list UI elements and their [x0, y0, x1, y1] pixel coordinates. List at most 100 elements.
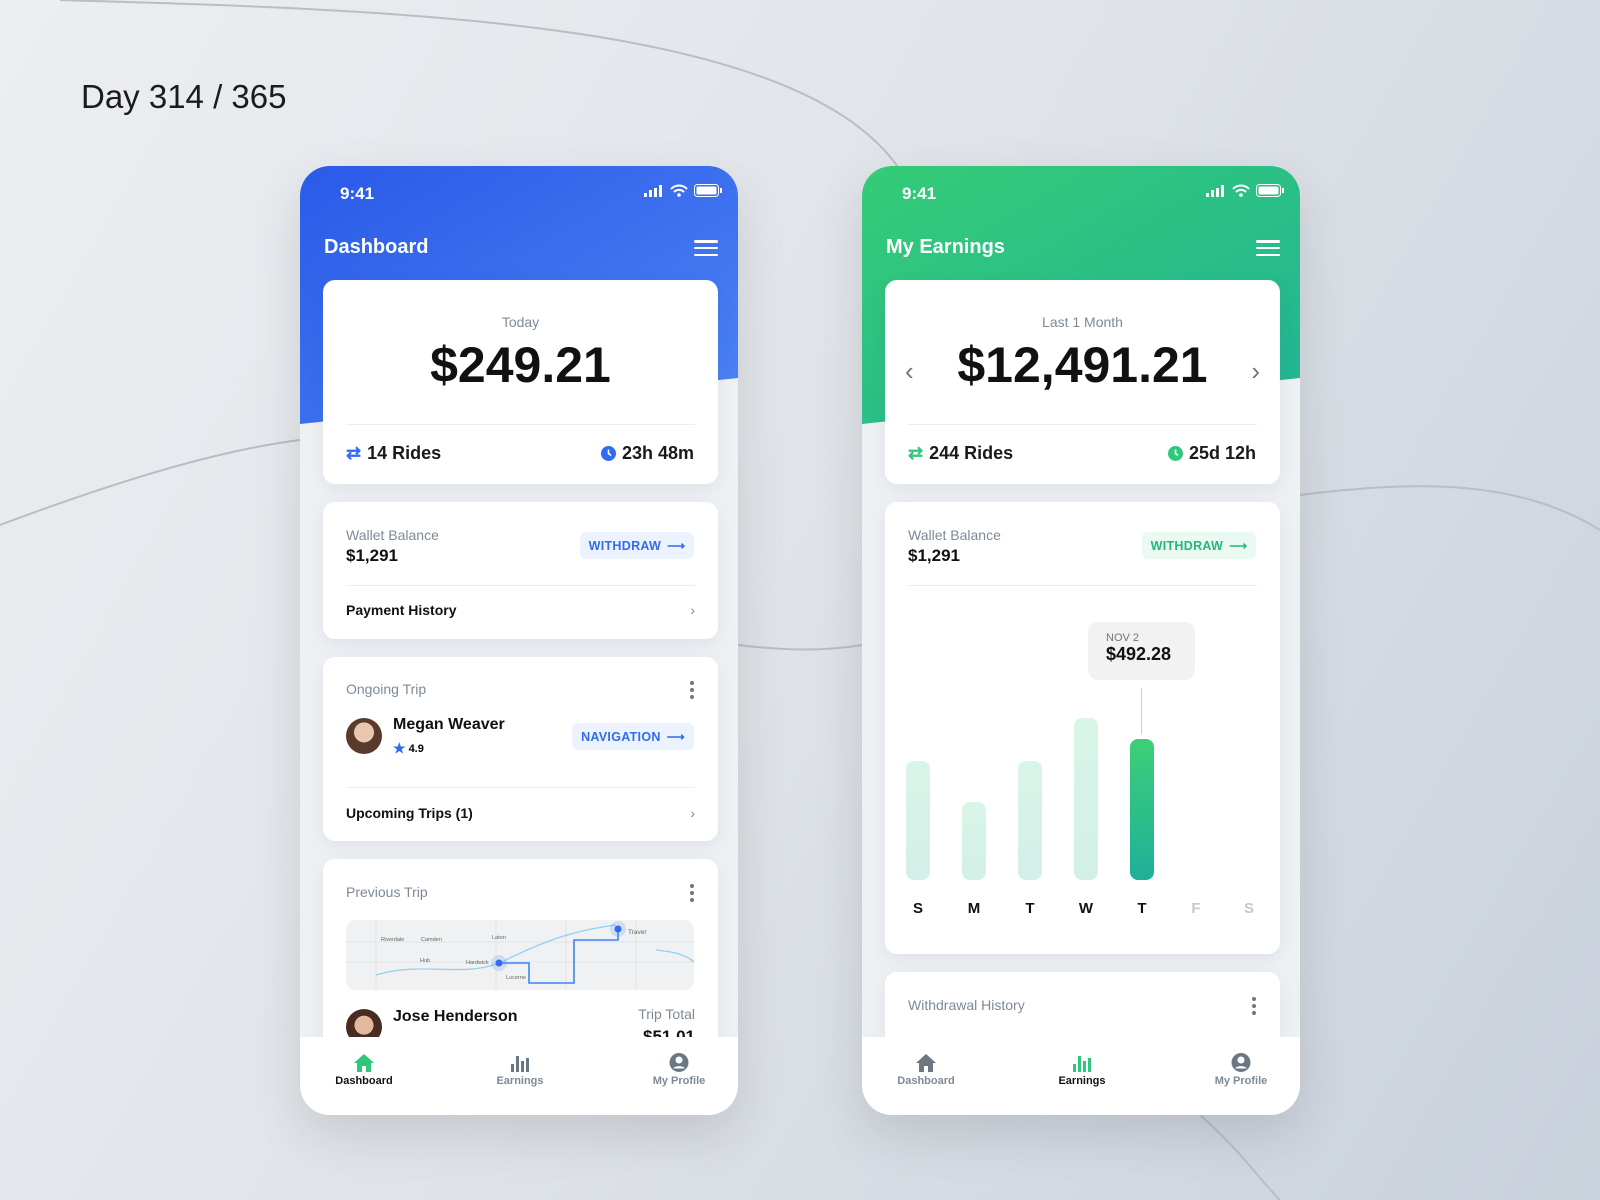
chart-bar[interactable] — [1130, 739, 1154, 880]
more-options-icon[interactable] — [690, 681, 694, 699]
rides-stat: ⇄ 14 Rides — [346, 443, 441, 464]
arrow-right-icon: ⟶ — [666, 730, 685, 744]
more-options-icon[interactable] — [690, 884, 694, 902]
dashboard-screen: 9:41 Dashboard Today $249.21 ⇄ 14 Rides 2… — [300, 166, 738, 1115]
duration-value: 25d 12h — [1188, 443, 1256, 463]
arrow-right-icon: ⟶ — [1229, 539, 1248, 553]
arrow-right-icon: ⟶ — [667, 539, 686, 553]
divider — [908, 424, 1257, 425]
rides-count: 14 Rides — [367, 443, 442, 463]
x-tick-label: S — [1243, 900, 1254, 917]
page-title: Dashboard — [324, 236, 429, 258]
withdraw-label: WITHDRAW — [1150, 538, 1224, 553]
chart-tooltip: NOV 2 $492.28 — [1088, 622, 1195, 680]
menu-icon[interactable] — [694, 240, 718, 256]
day-counter: Day 314 / 365 — [81, 78, 287, 115]
chart-bar[interactable] — [1018, 761, 1042, 880]
nav-label: Earnings — [496, 1075, 544, 1087]
nav-label: My Profile — [1214, 1075, 1268, 1087]
signal-icon — [1206, 184, 1224, 197]
trip-total-label: Trip Total — [638, 1006, 695, 1022]
nav-dashboard[interactable]: Dashboard — [876, 1053, 976, 1087]
x-tick-label: T — [1025, 900, 1035, 917]
payment-history-row[interactable]: Payment History › — [346, 602, 695, 618]
upcoming-trips-label: Upcoming Trips (1) — [346, 805, 473, 821]
rider-avatar — [346, 718, 382, 754]
swap-arrows-icon: ⇄ — [908, 443, 924, 463]
clock-icon — [1167, 446, 1183, 461]
rides-count: 244 Rides — [929, 443, 1014, 463]
earnings-screen: 9:41 My Earnings Last 1 Month ‹ $12,491.… — [862, 166, 1300, 1115]
period-label: Last 1 Month — [1042, 314, 1123, 330]
period-amount: $12,491.21 — [957, 337, 1208, 393]
ongoing-trip-card: Ongoing Trip Megan Weaver ★ 4.9 NAVIGATIO… — [323, 657, 718, 841]
divider — [908, 585, 1257, 586]
navigation-button[interactable]: NAVIGATION ⟶ — [572, 723, 694, 750]
nav-earnings[interactable]: Earnings — [1032, 1053, 1132, 1087]
x-tick-label: T — [1137, 900, 1147, 917]
status-icons — [644, 184, 722, 197]
nav-label: My Profile — [652, 1075, 706, 1087]
duration-value: 23h 48m — [621, 443, 694, 463]
map-label: Hub — [420, 958, 430, 964]
bottom-nav: Dashboard Earnings My Profile — [300, 1037, 738, 1115]
period-earnings-card: Last 1 Month ‹ $12,491.21 › ⇄ 244 Rides 2… — [885, 280, 1280, 484]
wallet-chart-card: Wallet Balance $1,291 WITHDRAW ⟶ NOV 2 $4… — [885, 502, 1280, 954]
status-time: 9:41 — [902, 184, 937, 203]
star-icon: ★ — [393, 740, 406, 756]
signal-icon — [644, 184, 662, 197]
map-label: Lucerne — [506, 975, 526, 981]
navigation-label: NAVIGATION — [581, 729, 661, 744]
nav-dashboard[interactable]: Dashboard — [314, 1053, 414, 1087]
payment-history-label: Payment History — [346, 602, 457, 618]
clock-icon — [600, 446, 616, 461]
end-pin-icon — [614, 925, 622, 933]
withdraw-label: WITHDRAW — [588, 538, 662, 553]
wallet-amount: $1,291 — [908, 546, 960, 565]
status-icons — [1206, 184, 1284, 197]
divider — [346, 787, 695, 788]
wallet-amount: $1,291 — [346, 546, 398, 565]
map-label: Riverdale — [381, 937, 404, 943]
chart-bar[interactable] — [1074, 717, 1098, 880]
swap-arrows-icon: ⇄ — [346, 443, 362, 463]
chart-bar[interactable] — [962, 802, 986, 880]
menu-icon[interactable] — [1256, 240, 1280, 256]
upcoming-trips-row[interactable]: Upcoming Trips (1) › — [346, 805, 695, 821]
nav-label: Dashboard — [335, 1075, 393, 1087]
bar-chart-icon — [1073, 1056, 1091, 1072]
page-title: My Earnings — [886, 236, 1005, 258]
profile-icon — [1231, 1053, 1251, 1072]
x-tick-label: F — [1191, 900, 1201, 917]
rides-stat: ⇄ 244 Rides — [908, 443, 1013, 464]
rating-value: 4.9 — [408, 742, 424, 755]
withdraw-button[interactable]: WITHDRAW ⟶ — [580, 532, 694, 559]
home-icon — [354, 1054, 374, 1072]
nav-profile[interactable]: My Profile — [1191, 1053, 1291, 1087]
nav-label: Earnings — [1058, 1075, 1106, 1087]
nav-earnings[interactable]: Earnings — [470, 1053, 570, 1087]
trip-map[interactable]: Riverdale Camden Laton Hub Hardwick Luce… — [346, 920, 694, 990]
chart-bar[interactable] — [906, 761, 930, 880]
ongoing-trip-label: Ongoing Trip — [346, 681, 427, 697]
tooltip-connector — [1141, 688, 1142, 734]
chevron-right-icon: › — [690, 602, 695, 618]
next-period-chevron-icon[interactable]: › — [1251, 356, 1260, 387]
nav-profile[interactable]: My Profile — [629, 1053, 729, 1087]
bar-chart-icon — [511, 1056, 529, 1072]
previous-trip-label: Previous Trip — [346, 884, 428, 900]
bottom-nav: Dashboard Earnings My Profile — [862, 1037, 1300, 1115]
x-tick-label: W — [1078, 900, 1094, 917]
more-options-icon[interactable] — [1252, 997, 1256, 1015]
x-tick-label: M — [967, 900, 981, 917]
wallet-label: Wallet Balance — [908, 527, 1001, 543]
today-amount: $249.21 — [430, 337, 611, 393]
tooltip-date: NOV 2 — [1106, 632, 1140, 644]
withdraw-button[interactable]: WITHDRAW ⟶ — [1142, 532, 1256, 559]
battery-icon — [1256, 184, 1284, 197]
divider — [346, 585, 695, 586]
wifi-icon — [670, 184, 688, 197]
divider — [346, 424, 695, 425]
start-pin-icon — [495, 959, 503, 967]
x-tick-label: S — [912, 900, 923, 917]
